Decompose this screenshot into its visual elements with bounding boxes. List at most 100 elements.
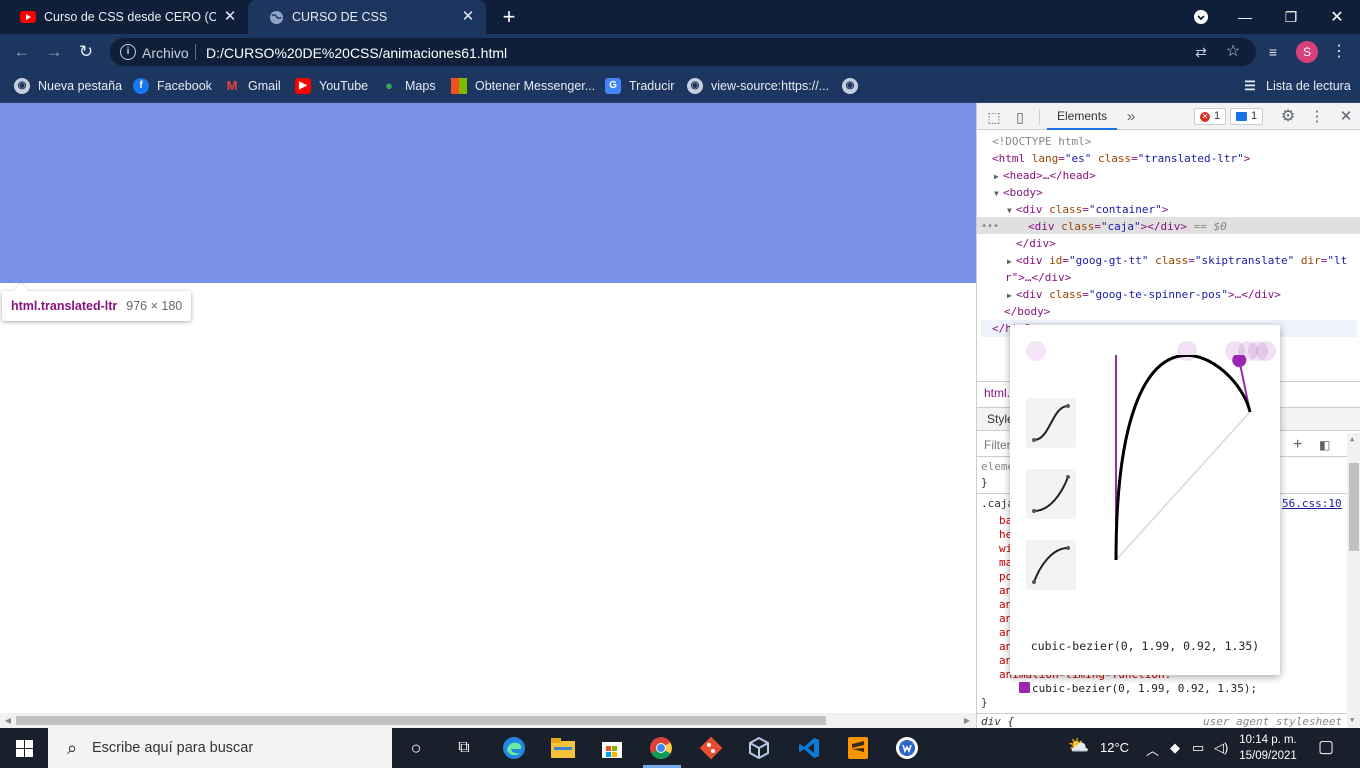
expand-triangle-icon[interactable]: ▶ <box>994 168 1003 185</box>
source-link[interactable]: 56.css:10 <box>1282 497 1342 511</box>
dom-node-caja[interactable]: <div class="caja"></div> == $0 <box>1028 218 1227 235</box>
scroll-up-icon[interactable]: ▲ <box>1350 435 1354 443</box>
network-icon[interactable]: ▭ <box>1192 740 1204 756</box>
dom-node-spinner[interactable]: ▶ <div class="goog-te-spinner-pos">…</div… <box>1007 286 1281 303</box>
device-toolbar-icon[interactable]: ▯ <box>1011 108 1029 126</box>
close-tab-icon[interactable]: ✕ <box>222 9 238 25</box>
new-rule-plus-icon[interactable]: + <box>1293 433 1302 457</box>
dom-node-html[interactable]: <html lang="es" class="translated-ltr"> <box>992 150 1250 167</box>
tab-curso-css[interactable]: CURSO DE CSS ✕ <box>248 0 486 34</box>
show-hidden-icons-chevron-icon[interactable]: ︿ <box>1146 740 1159 759</box>
restore-icon[interactable]: ❐ <box>1268 0 1314 34</box>
close-devtools-icon[interactable]: ✕ <box>1337 108 1355 126</box>
bookmark-messenger[interactable]: Obtener Messenger... <box>451 77 595 95</box>
bookmark-maps[interactable]: ● Maps <box>381 77 436 95</box>
reload-icon[interactable]: ↻ <box>75 41 97 63</box>
expand-triangle-icon[interactable]: ▶ <box>1007 253 1016 270</box>
bookmark-view-source[interactable]: ◉ view-source:https://... <box>687 77 829 95</box>
control-point-2[interactable] <box>1232 355 1247 368</box>
collapse-triangle-icon[interactable]: ▼ <box>1007 202 1016 219</box>
ease-in-out-preset-icon[interactable] <box>1026 398 1076 448</box>
dom-node-body[interactable]: ▼ <body> <box>994 184 1043 201</box>
inspect-element-icon[interactable]: ⬚ <box>985 108 1003 126</box>
bezier-curve-graph[interactable] <box>1100 355 1270 605</box>
bezier-swatch-icon[interactable] <box>1019 682 1030 693</box>
expand-triangle-icon[interactable]: ▶ <box>1007 287 1016 304</box>
bookmark-youtube[interactable]: ▶ YouTube <box>295 77 368 95</box>
youtube-icon <box>20 9 36 25</box>
vscode-icon[interactable] <box>795 734 823 762</box>
new-tab-button[interactable]: + <box>498 6 520 28</box>
toggle-sidebar-icon[interactable]: ◧ <box>1319 433 1330 457</box>
url-text[interactable]: D:/CURSO%20DE%20CSS/animaciones61.html <box>206 45 507 61</box>
bookmark-unnamed[interactable]: ◉ <box>842 77 866 95</box>
div-rule[interactable]: div { <box>981 715 1014 728</box>
virtualbox-icon[interactable] <box>745 734 773 762</box>
timing-function-value[interactable]: cubic-bezier(0, 1.99, 0.92, 1.35); <box>1019 682 1257 696</box>
scrollbar-thumb[interactable] <box>16 716 826 725</box>
git-icon[interactable] <box>697 734 725 762</box>
address-bar[interactable]: i Archivo D:/CURSO%20DE%20CSS/animacione… <box>110 38 1256 66</box>
sublime-text-icon[interactable] <box>844 734 872 762</box>
edge-icon[interactable] <box>500 734 528 762</box>
writer-app-icon[interactable] <box>893 734 921 762</box>
dom-close-body[interactable]: </body> <box>1004 303 1050 320</box>
dom-node-goog-gt-tt[interactable]: ▶ <div id="goog-gt-tt" class="skiptransla… <box>1007 252 1347 269</box>
weather-temperature[interactable]: 12°C <box>1100 740 1129 755</box>
file-explorer-icon[interactable] <box>549 734 577 762</box>
settings-gear-icon[interactable]: ⚙ <box>1279 108 1297 126</box>
translate-icon[interactable]: ⇄ <box>1192 43 1210 61</box>
bookmark-gmail[interactable]: M Gmail <box>224 77 281 95</box>
dom-node-container[interactable]: ▼ <div class="container"> <box>1007 201 1168 218</box>
tag-name: >…</div> <box>1227 288 1281 301</box>
ease-out-preset-icon[interactable] <box>1026 540 1076 590</box>
scroll-down-icon[interactable]: ▼ <box>1350 716 1354 724</box>
dom-doctype[interactable]: <!DOCTYPE html> <box>992 133 1091 150</box>
close-window-icon[interactable]: ✕ <box>1314 0 1360 34</box>
tab-elements[interactable]: Elements <box>1047 103 1118 130</box>
menu-kebab-icon[interactable]: ⋮ <box>1328 41 1350 63</box>
task-view-icon[interactable]: ⧉ <box>450 734 478 762</box>
bookmark-star-icon[interactable]: ☆ <box>1224 43 1242 61</box>
styles-vertical-scrollbar[interactable]: ▲ ▼ <box>1347 433 1360 728</box>
bookmark-facebook[interactable]: f Facebook <box>133 77 212 95</box>
horizontal-scrollbar[interactable]: ◀ ▶ <box>0 713 976 728</box>
messages-badge[interactable]: 1 <box>1230 108 1264 125</box>
close-tab-icon[interactable]: ✕ <box>460 9 476 25</box>
devtools-menu-icon[interactable]: ⋮ <box>1308 108 1326 126</box>
tab-youtube-course[interactable]: Curso de CSS desde CERO (Comp ✕ <box>0 0 248 34</box>
attr-value: "skiptranslate" <box>1194 254 1295 267</box>
taskbar-search-box[interactable]: ⌕ Escribe aquí para buscar <box>48 728 392 768</box>
back-icon[interactable]: ← <box>11 41 33 63</box>
dom-node-goog-wrap[interactable]: r">…</div> <box>1005 269 1071 286</box>
scrollbar-thumb[interactable] <box>1349 463 1359 551</box>
media-control-icon[interactable]: ≡ <box>1262 41 1284 63</box>
notifications-icon[interactable]: ▢ <box>1318 737 1334 757</box>
minimize-icon[interactable]: — <box>1222 0 1268 34</box>
dom-close-div[interactable]: </div> <box>1016 235 1056 252</box>
security-shield-icon[interactable]: ◆ <box>1170 740 1180 756</box>
more-tabs-icon[interactable]: » <box>1122 108 1140 126</box>
chrome-icon[interactable] <box>647 734 675 762</box>
cubic-bezier-editor[interactable]: cubic-bezier(0, 1.99, 0.92, 1.35) <box>1010 325 1280 675</box>
info-icon[interactable]: i <box>120 44 136 60</box>
node-actions-icon[interactable]: ••• <box>981 218 999 235</box>
system-clock[interactable]: 10:14 p. m. 15/09/2021 <box>1238 732 1298 764</box>
cortana-icon[interactable]: ○ <box>402 734 430 762</box>
bookmark-traducir[interactable]: G Traducir <box>605 77 674 95</box>
volume-icon[interactable]: ◁) <box>1214 740 1228 756</box>
forward-icon[interactable]: → <box>43 41 65 63</box>
ease-in-preset-icon[interactable] <box>1026 469 1076 519</box>
scroll-left-icon[interactable]: ◀ <box>3 715 13 726</box>
scroll-right-icon[interactable]: ▶ <box>962 715 972 726</box>
errors-badge[interactable]: ✕ 1 <box>1194 108 1227 125</box>
bookmark-nueva-pestana[interactable]: ◉ Nueva pestaña <box>14 77 122 95</box>
windows-start-icon[interactable] <box>0 728 48 768</box>
weather-cloud-icon[interactable]: ⛅ <box>1068 736 1089 756</box>
profile-avatar[interactable]: S <box>1296 41 1318 63</box>
tab-search-icon[interactable] <box>1178 0 1224 34</box>
collapse-triangle-icon[interactable]: ▼ <box>994 185 1003 202</box>
store-icon[interactable] <box>598 734 626 762</box>
dom-node-head[interactable]: ▶ <head>…</head> <box>994 167 1096 184</box>
reading-list-button[interactable]: ☰ Lista de lectura <box>1242 77 1351 95</box>
